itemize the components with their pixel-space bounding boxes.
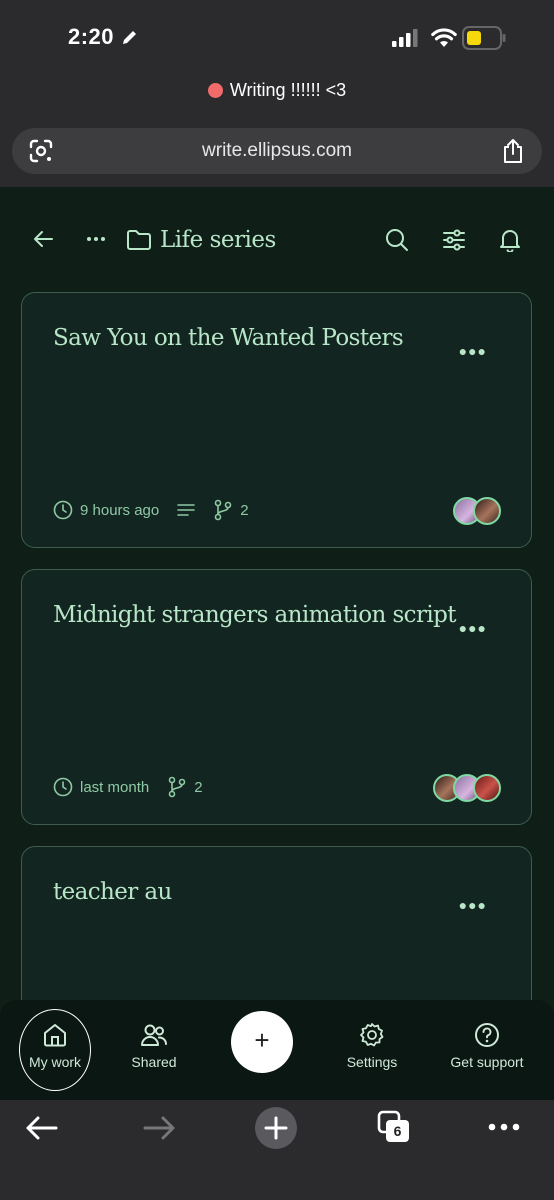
- document-card[interactable]: teacher au ●●●: [21, 846, 532, 1026]
- new-tab-icon[interactable]: [254, 1106, 298, 1150]
- card-menu-icon[interactable]: ●●●: [459, 620, 487, 636]
- page-title: Writing !!!!!! <3: [229, 80, 347, 100]
- status-time: 2:20: [68, 24, 115, 49]
- collaborator-avatars: [433, 774, 501, 802]
- tabs-switcher[interactable]: 6: [377, 1110, 411, 1144]
- document-card[interactable]: Saw You on the Wanted Posters ●●● 9 hour…: [21, 292, 532, 548]
- search-icon[interactable]: [385, 228, 409, 252]
- nav-label: Get support: [450, 1054, 524, 1070]
- card-menu-icon[interactable]: ●●●: [459, 897, 487, 913]
- new-document-button[interactable]: +: [231, 1011, 293, 1073]
- branch-count: 2: [194, 778, 203, 796]
- help-circle-icon: [475, 1023, 499, 1047]
- card-menu-icon[interactable]: ●●●: [459, 343, 487, 359]
- filter-sliders-icon[interactable]: [442, 228, 466, 252]
- branch-icon: [214, 499, 232, 521]
- tab-count: 6: [393, 1123, 402, 1139]
- plus-icon: +: [254, 1025, 270, 1055]
- avatar: [473, 497, 501, 525]
- bottom-navigation: My work Shared + Settings Get support: [0, 1000, 554, 1100]
- battery-icon: [462, 26, 506, 50]
- document-meta: 9 hours ago 2: [53, 499, 267, 521]
- people-icon: [141, 1024, 168, 1046]
- nav-label: Shared: [131, 1054, 177, 1070]
- share-icon[interactable]: [502, 138, 524, 164]
- browser-toolbar: 6: [0, 1100, 554, 1200]
- browser-forward-icon[interactable]: [143, 1114, 177, 1142]
- avatar: [473, 774, 501, 802]
- more-icon[interactable]: [86, 228, 106, 250]
- cellular-signal-icon: [392, 29, 418, 47]
- branch-icon: [168, 776, 186, 798]
- home-icon: [44, 1024, 66, 1047]
- nav-label: Settings: [346, 1054, 398, 1070]
- browser-more-icon[interactable]: [488, 1122, 520, 1132]
- document-title[interactable]: Saw You on the Wanted Posters: [53, 325, 404, 351]
- back-arrow-icon[interactable]: [32, 228, 54, 250]
- wifi-icon: [431, 28, 457, 47]
- gear-icon: [360, 1023, 384, 1047]
- folder-header: Life series: [0, 187, 554, 287]
- nav-get-support[interactable]: Get support: [447, 1022, 527, 1070]
- nav-my-work[interactable]: My work: [20, 1022, 90, 1070]
- branch-count: 2: [240, 501, 249, 519]
- address-bar[interactable]: write.ellipsus.com: [12, 128, 542, 174]
- browser-top-bar: 2:20 Writing !!!!!! <3 write.ellipsus.co…: [0, 0, 554, 187]
- document-title[interactable]: Midnight strangers animation script: [53, 602, 456, 628]
- last-edited: 9 hours ago: [80, 501, 160, 519]
- nav-settings[interactable]: Settings: [342, 1022, 402, 1070]
- recording-dot-icon: [207, 83, 223, 98]
- clock-icon: [53, 777, 73, 797]
- document-meta: last month 2: [53, 776, 221, 798]
- nav-label: My work: [28, 1054, 82, 1070]
- browser-back-icon[interactable]: [24, 1114, 58, 1142]
- document-title[interactable]: teacher au: [53, 879, 172, 905]
- document-card[interactable]: Midnight strangers animation script ●●● …: [21, 569, 532, 825]
- collaborator-avatars: [453, 497, 501, 525]
- recording-title: Writing !!!!!! <3: [0, 80, 554, 101]
- text-lines-icon: [177, 504, 196, 516]
- folder-icon: [127, 230, 151, 250]
- bell-icon[interactable]: [499, 228, 521, 252]
- last-edited: last month: [80, 778, 150, 796]
- nav-shared[interactable]: Shared: [124, 1022, 184, 1070]
- folder-title: Life series: [160, 227, 276, 253]
- clock-icon: [53, 500, 73, 520]
- pencil-icon: [123, 31, 136, 44]
- url-text[interactable]: write.ellipsus.com: [12, 140, 542, 162]
